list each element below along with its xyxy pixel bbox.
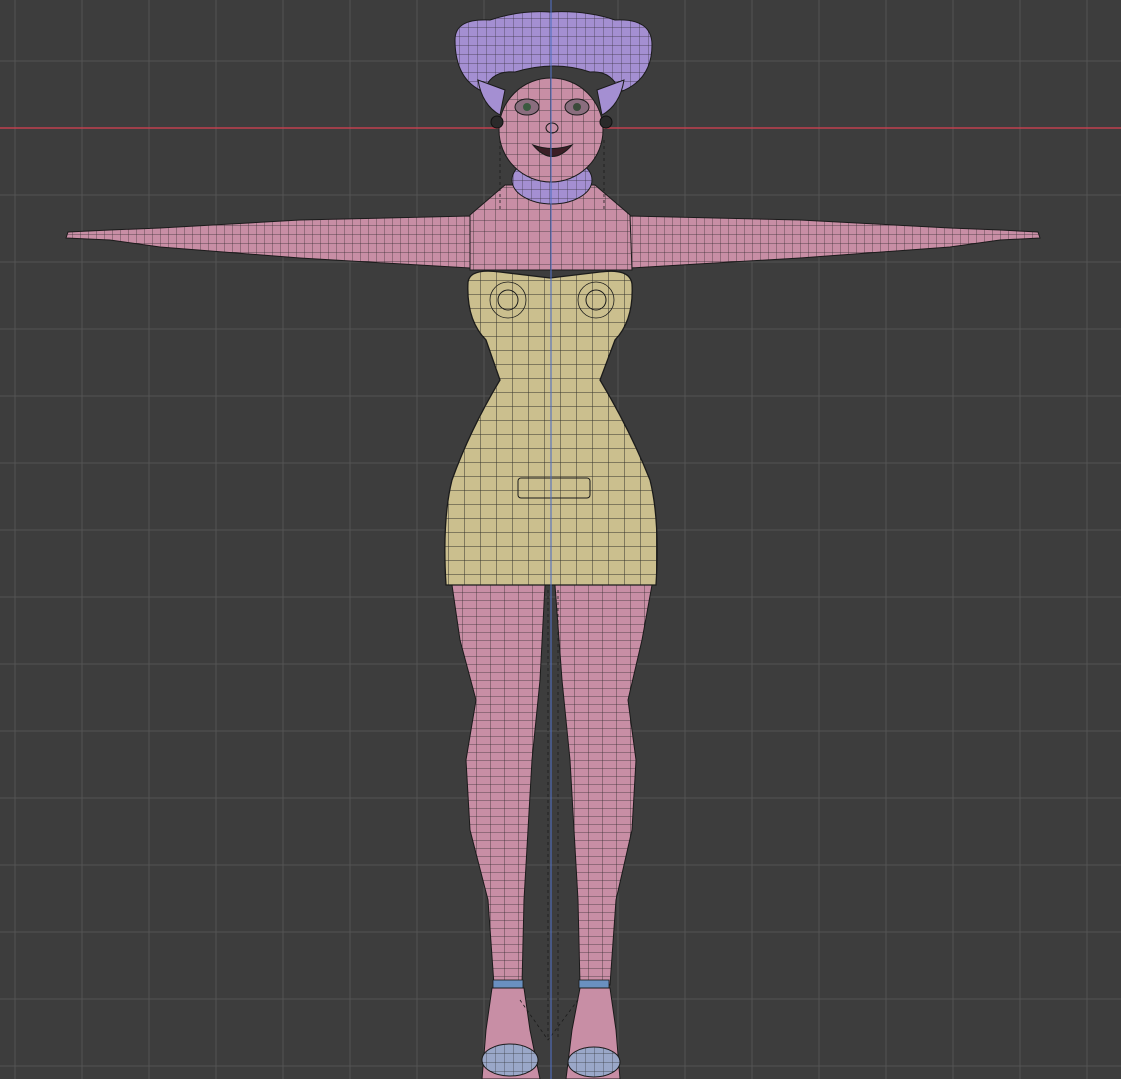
right-ankle-strap xyxy=(578,979,610,989)
3d-viewport[interactable] xyxy=(0,0,1121,1079)
right-earring xyxy=(599,115,613,129)
left-earring xyxy=(490,115,504,129)
left-ankle-strap xyxy=(492,979,524,989)
